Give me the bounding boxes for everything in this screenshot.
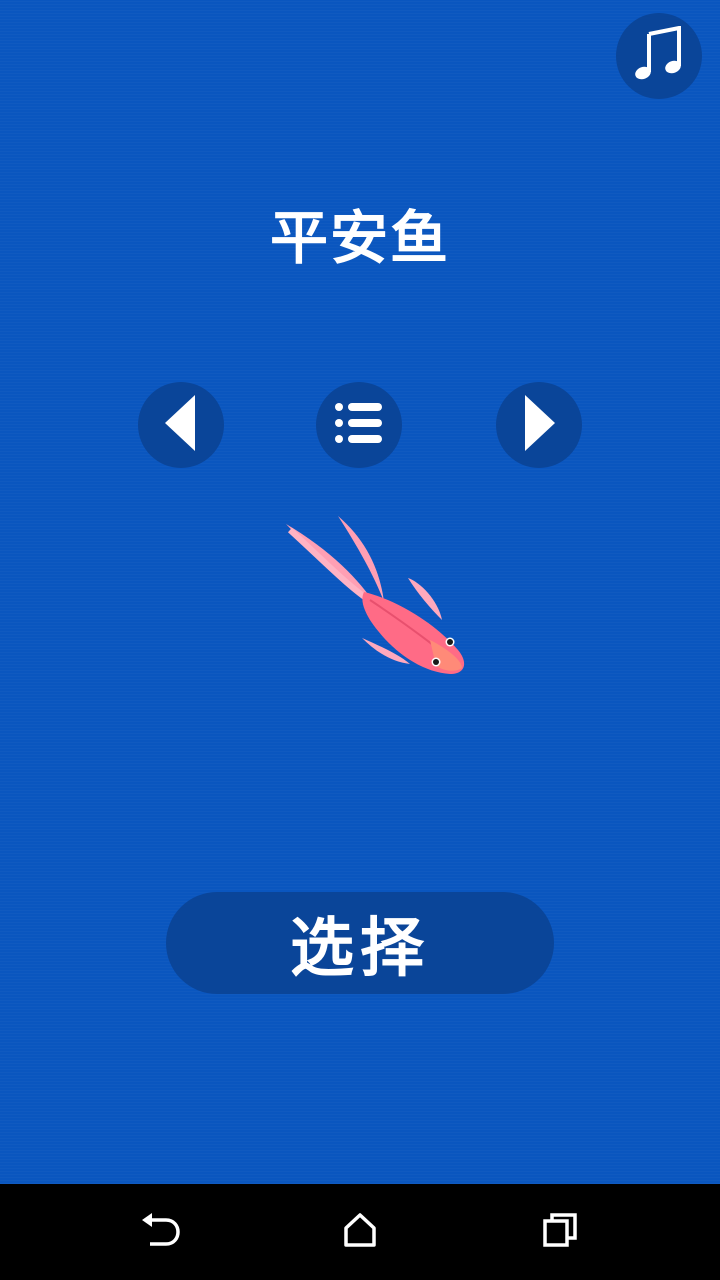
select-fish-button[interactable]: 选择 — [166, 892, 554, 994]
android-navigation-bar — [0, 1184, 720, 1280]
back-button[interactable] — [130, 1202, 190, 1262]
recent-apps-button[interactable] — [530, 1202, 590, 1262]
back-icon — [140, 1212, 180, 1252]
game-screen: 平安鱼 选择 — [0, 0, 720, 1280]
triangle-right-icon — [519, 393, 559, 457]
home-icon — [342, 1212, 378, 1252]
music-toggle-button[interactable] — [616, 13, 702, 99]
next-fish-button[interactable] — [496, 382, 582, 468]
music-note-icon — [633, 25, 685, 86]
pink-fish-image — [280, 510, 480, 690]
fish-list-button[interactable] — [316, 382, 402, 468]
recent-apps-icon — [542, 1212, 578, 1252]
game-title: 平安鱼 — [269, 204, 450, 272]
previous-fish-button[interactable] — [138, 382, 224, 468]
home-button[interactable] — [330, 1202, 390, 1262]
list-icon — [334, 401, 384, 449]
game-area: 平安鱼 选择 — [0, 0, 720, 1184]
triangle-left-icon — [161, 393, 201, 457]
